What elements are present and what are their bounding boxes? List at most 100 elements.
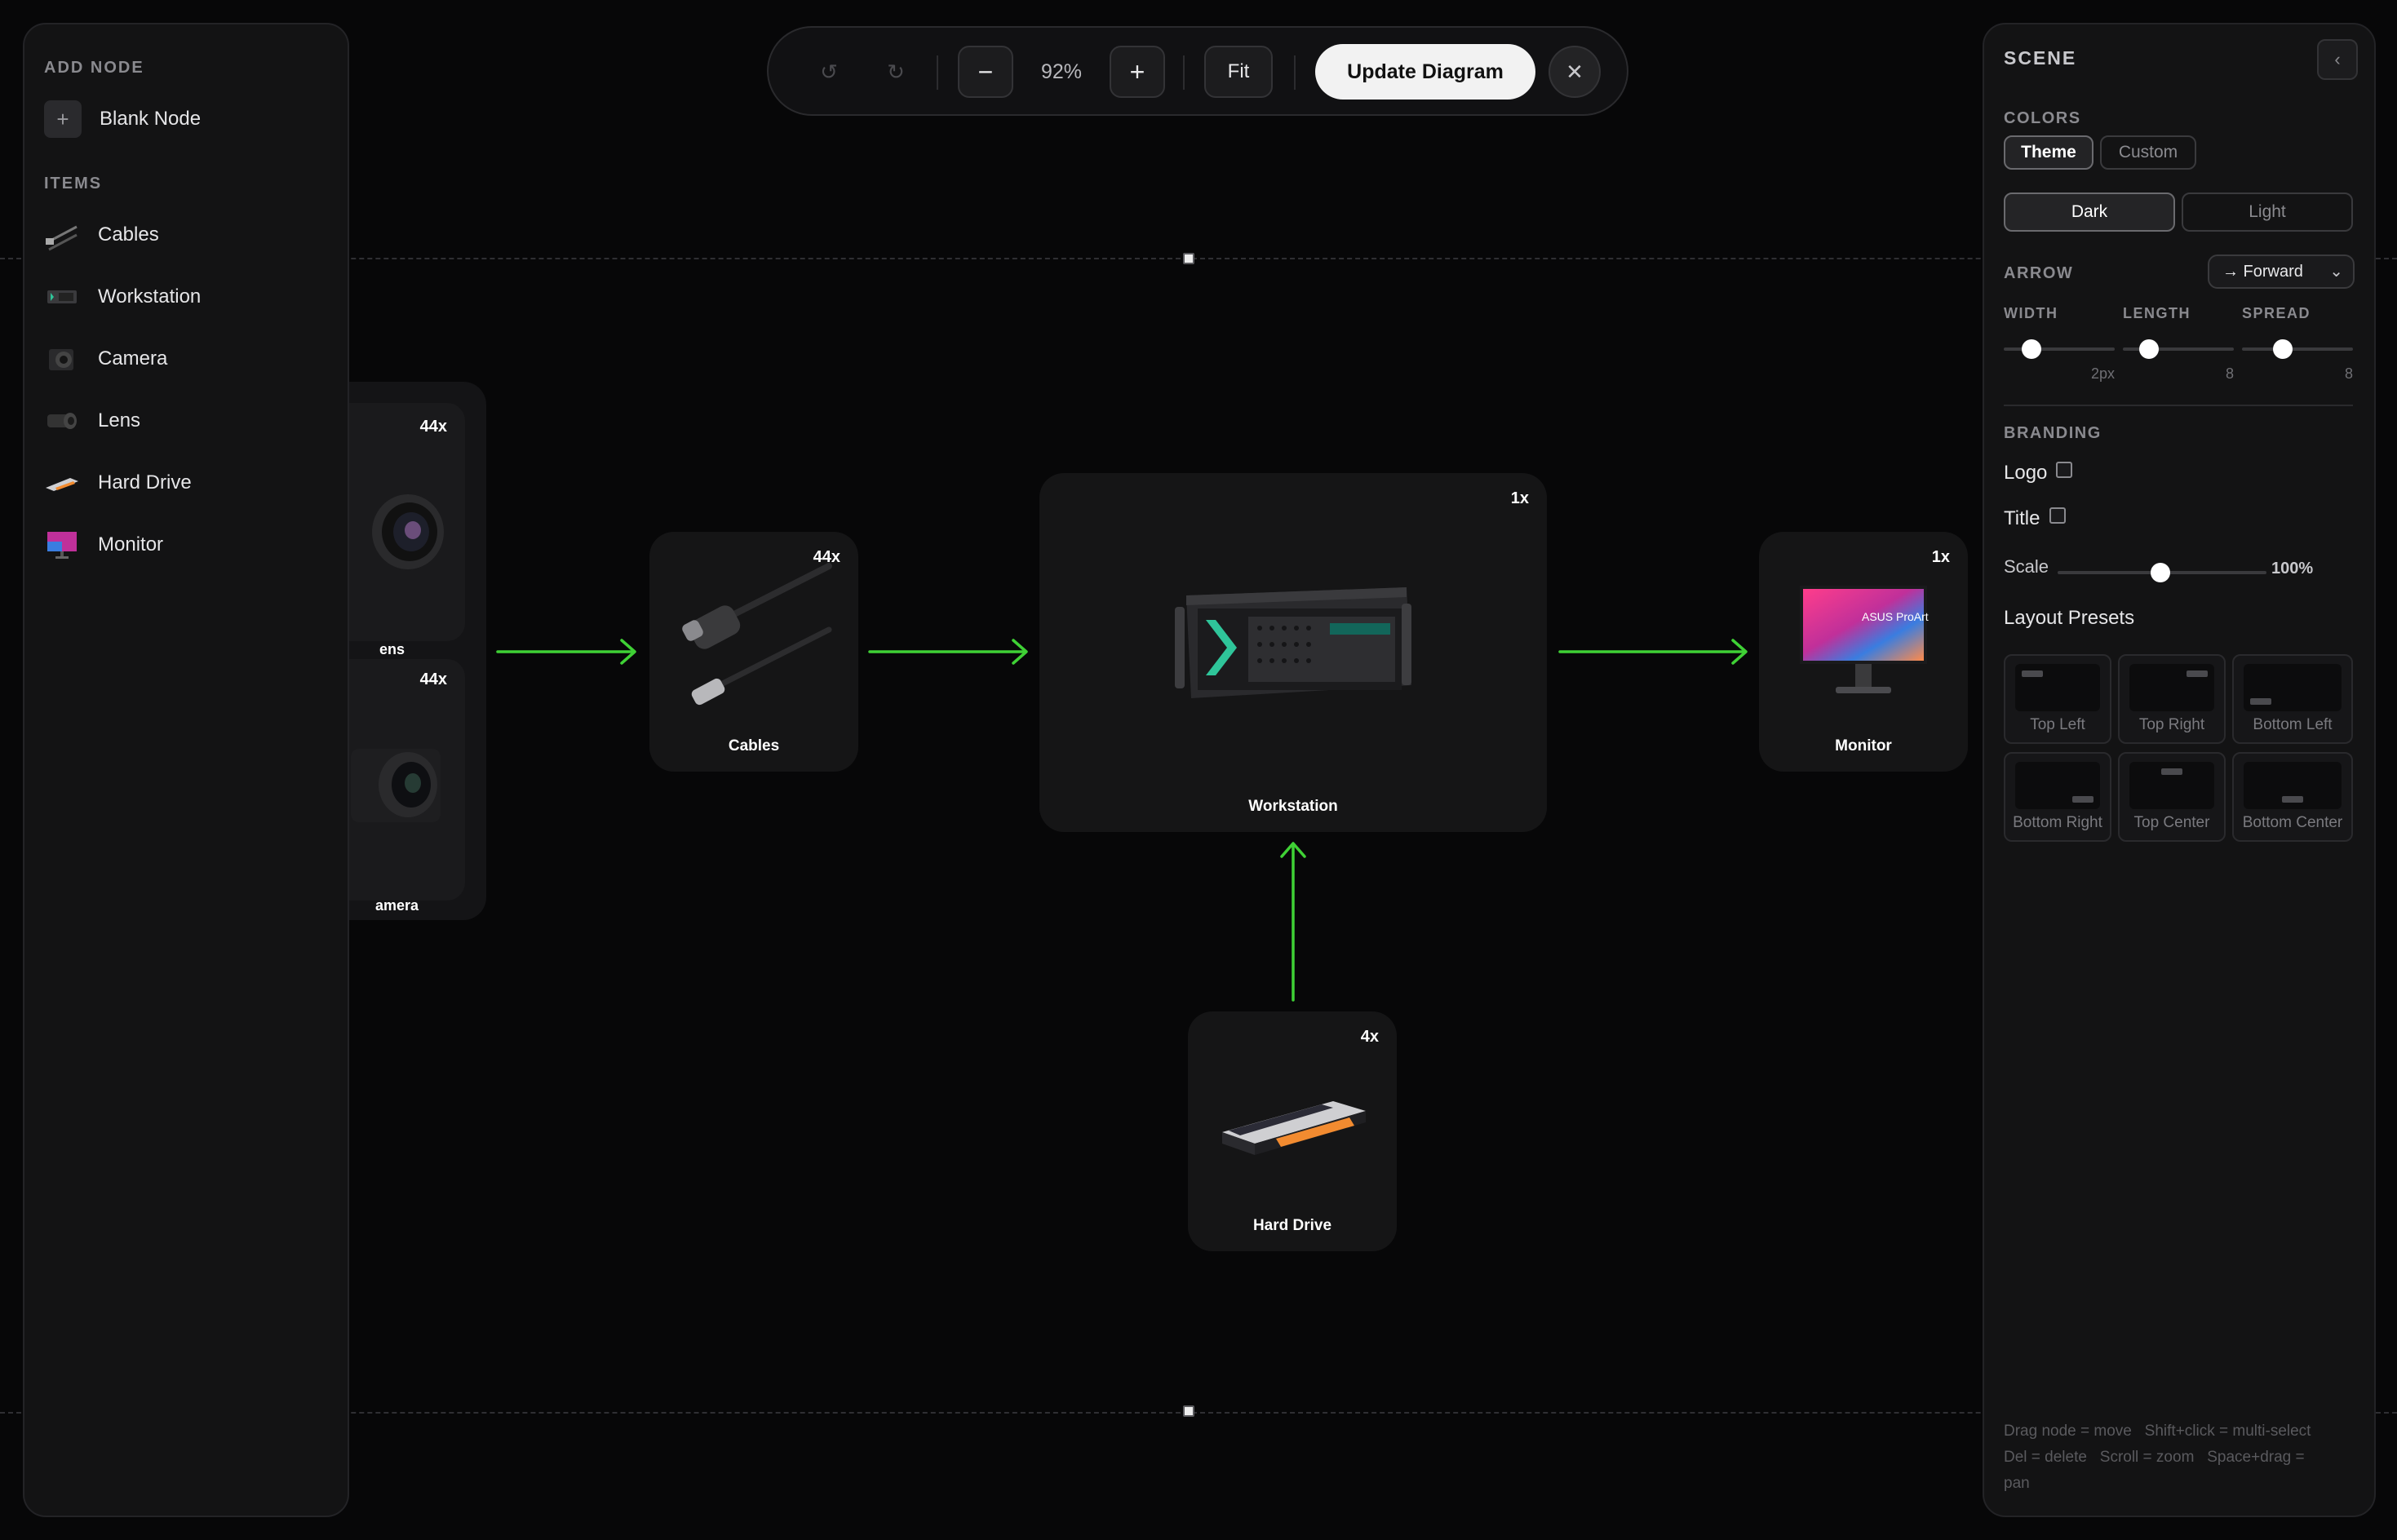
spread-slider-track[interactable] [2242,347,2353,351]
preset-preview [2244,664,2342,711]
preset-preview [2129,664,2214,711]
spread-slider-knob[interactable] [2273,339,2293,359]
hard-drive-node[interactable]: 4x Hard Drive [1188,1011,1397,1251]
arrow-direction-value: → Forward [2222,262,2303,281]
workstation-node-label: Workstation [1248,798,1338,815]
help-text-line-1: Drag node = move Shift+click = multi-sel… [2004,1423,2311,1440]
toolbar-divider [1294,55,1296,90]
length-value: 8 [2225,365,2234,382]
arrow-workstation-to-monitor [1558,639,1748,665]
workstation-image [1175,587,1411,698]
preset-preview [2129,762,2214,809]
hard-drive-node-label: Hard Drive [1252,1217,1332,1234]
left-panel: ADD NODE + Blank Node ITEMS Cables Works… [23,23,349,1517]
preset-bottom-right[interactable]: Bottom Right [2004,752,2111,842]
monitor-icon [44,527,80,563]
item-cables[interactable]: Cables [24,210,367,259]
item-lens-label: Lens [98,409,141,431]
item-monitor[interactable]: Monitor [24,520,367,569]
branding-label: BRANDING [2004,424,2102,442]
item-lens[interactable]: Lens [24,396,367,445]
preset-top-right[interactable]: Top Right [2118,654,2226,744]
camera-node-count: 44x [419,670,447,688]
workstation-node-count: 1x [1510,489,1529,507]
item-workstation[interactable]: Workstation [24,272,367,321]
chevron-left-icon[interactable]: ‹ [2317,39,2358,80]
chevron-down-icon: ⌄ [2329,263,2343,281]
spread-value: 8 [2344,365,2353,382]
hard-drive-image [1222,1101,1366,1155]
scale-label: Scale [2004,556,2049,577]
scale-slider-knob[interactable] [2151,563,2170,582]
light-mode-button[interactable]: Light [2182,192,2353,232]
preset-preview [2015,762,2100,809]
preset-top-left-label: Top Left [2030,716,2085,733]
preset-bottom-right-label: Bottom Right [2013,814,2102,831]
monitor-node-count: 1x [1931,548,1950,566]
hard-drive-icon [44,465,80,501]
zoom-in-button[interactable]: + [1110,46,1165,98]
colors-label: COLORS [2004,109,2081,127]
length-slider-knob[interactable] [2139,339,2159,359]
camera-icon [44,341,80,377]
undo-icon[interactable]: ↺ [813,55,845,88]
title-label: Title [2004,507,2040,529]
workstation-icon [44,279,80,315]
zoom-out-button[interactable]: − [958,46,1013,98]
help-text-line-3: pan [2004,1475,2030,1492]
arrow-direction-select[interactable]: → Forward ⌄ [2208,254,2355,289]
preset-bottom-center[interactable]: Bottom Center [2232,752,2353,842]
monitor-node-label: Monitor [1835,737,1892,755]
item-cables-label: Cables [98,223,159,246]
width-slider-track[interactable] [2004,347,2115,351]
width-label: WIDTH [2004,305,2058,321]
title-checkbox[interactable] [2049,507,2066,524]
item-camera[interactable]: Camera [24,334,367,383]
lens-node-count: 44x [419,418,447,436]
workstation-node[interactable]: 1x Workstation [1039,473,1547,832]
scene-title: SCENE [2004,47,2077,69]
scale-value: 100% [2271,560,2314,578]
arrow-label: ARROW [2004,264,2074,282]
arrow-cables-to-workstation [868,639,1028,665]
blank-node-button[interactable]: + Blank Node [24,95,367,144]
monitor-node[interactable]: 1x ASUS ProArt Monitor [1759,532,1968,772]
preset-bottom-left[interactable]: Bottom Left [2232,654,2353,744]
monitor-brand-text: ASUS ProArt [1862,610,1929,623]
zoom-level: 92% [1040,60,1083,83]
item-hard-drive-label: Hard Drive [98,471,192,493]
items-title: ITEMS [44,175,103,192]
arrow-group-to-cables [496,639,636,665]
length-label: LENGTH [2123,305,2191,321]
dark-mode-button[interactable]: Dark [2004,192,2175,232]
close-button[interactable]: ✕ [1549,46,1601,98]
logo-checkbox[interactable] [2056,462,2072,478]
preset-top-center[interactable]: Top Center [2118,752,2226,842]
tab-theme[interactable]: Theme [2004,135,2093,170]
cables-node[interactable]: 44x Cables [649,532,858,772]
redo-icon[interactable]: ↻ [879,55,912,88]
blank-node-label: Blank Node [100,108,202,130]
lens-image [372,494,444,569]
toolbar-divider [1183,55,1185,90]
preset-top-left[interactable]: Top Left [2004,654,2111,744]
top-toolbar: ↺ ↻ − 92% + Fit Update Diagram ✕ [767,26,1628,116]
camera-node-label: amera [375,897,419,914]
arrow-harddrive-to-workstation [1280,842,1306,1002]
width-slider-knob[interactable] [2022,339,2041,359]
item-hard-drive[interactable]: Hard Drive [24,458,367,507]
preset-preview [2244,762,2342,809]
width-value: 2px [2090,365,2115,382]
plus-icon: + [44,100,82,138]
tab-custom[interactable]: Custom [2100,135,2196,170]
camera-image [351,749,441,822]
update-diagram-button[interactable]: Update Diagram [1315,44,1535,100]
help-text-line-2: Del = delete Scroll = zoom Space+drag = [2004,1449,2305,1466]
monitor-image [1800,586,1927,693]
lens-icon [44,403,80,439]
spread-label: SPREAD [2242,305,2311,321]
preset-preview [2015,664,2100,711]
fit-button[interactable]: Fit [1204,46,1273,98]
preset-bottom-center-label: Bottom Center [2242,814,2343,831]
item-camera-label: Camera [98,347,168,370]
